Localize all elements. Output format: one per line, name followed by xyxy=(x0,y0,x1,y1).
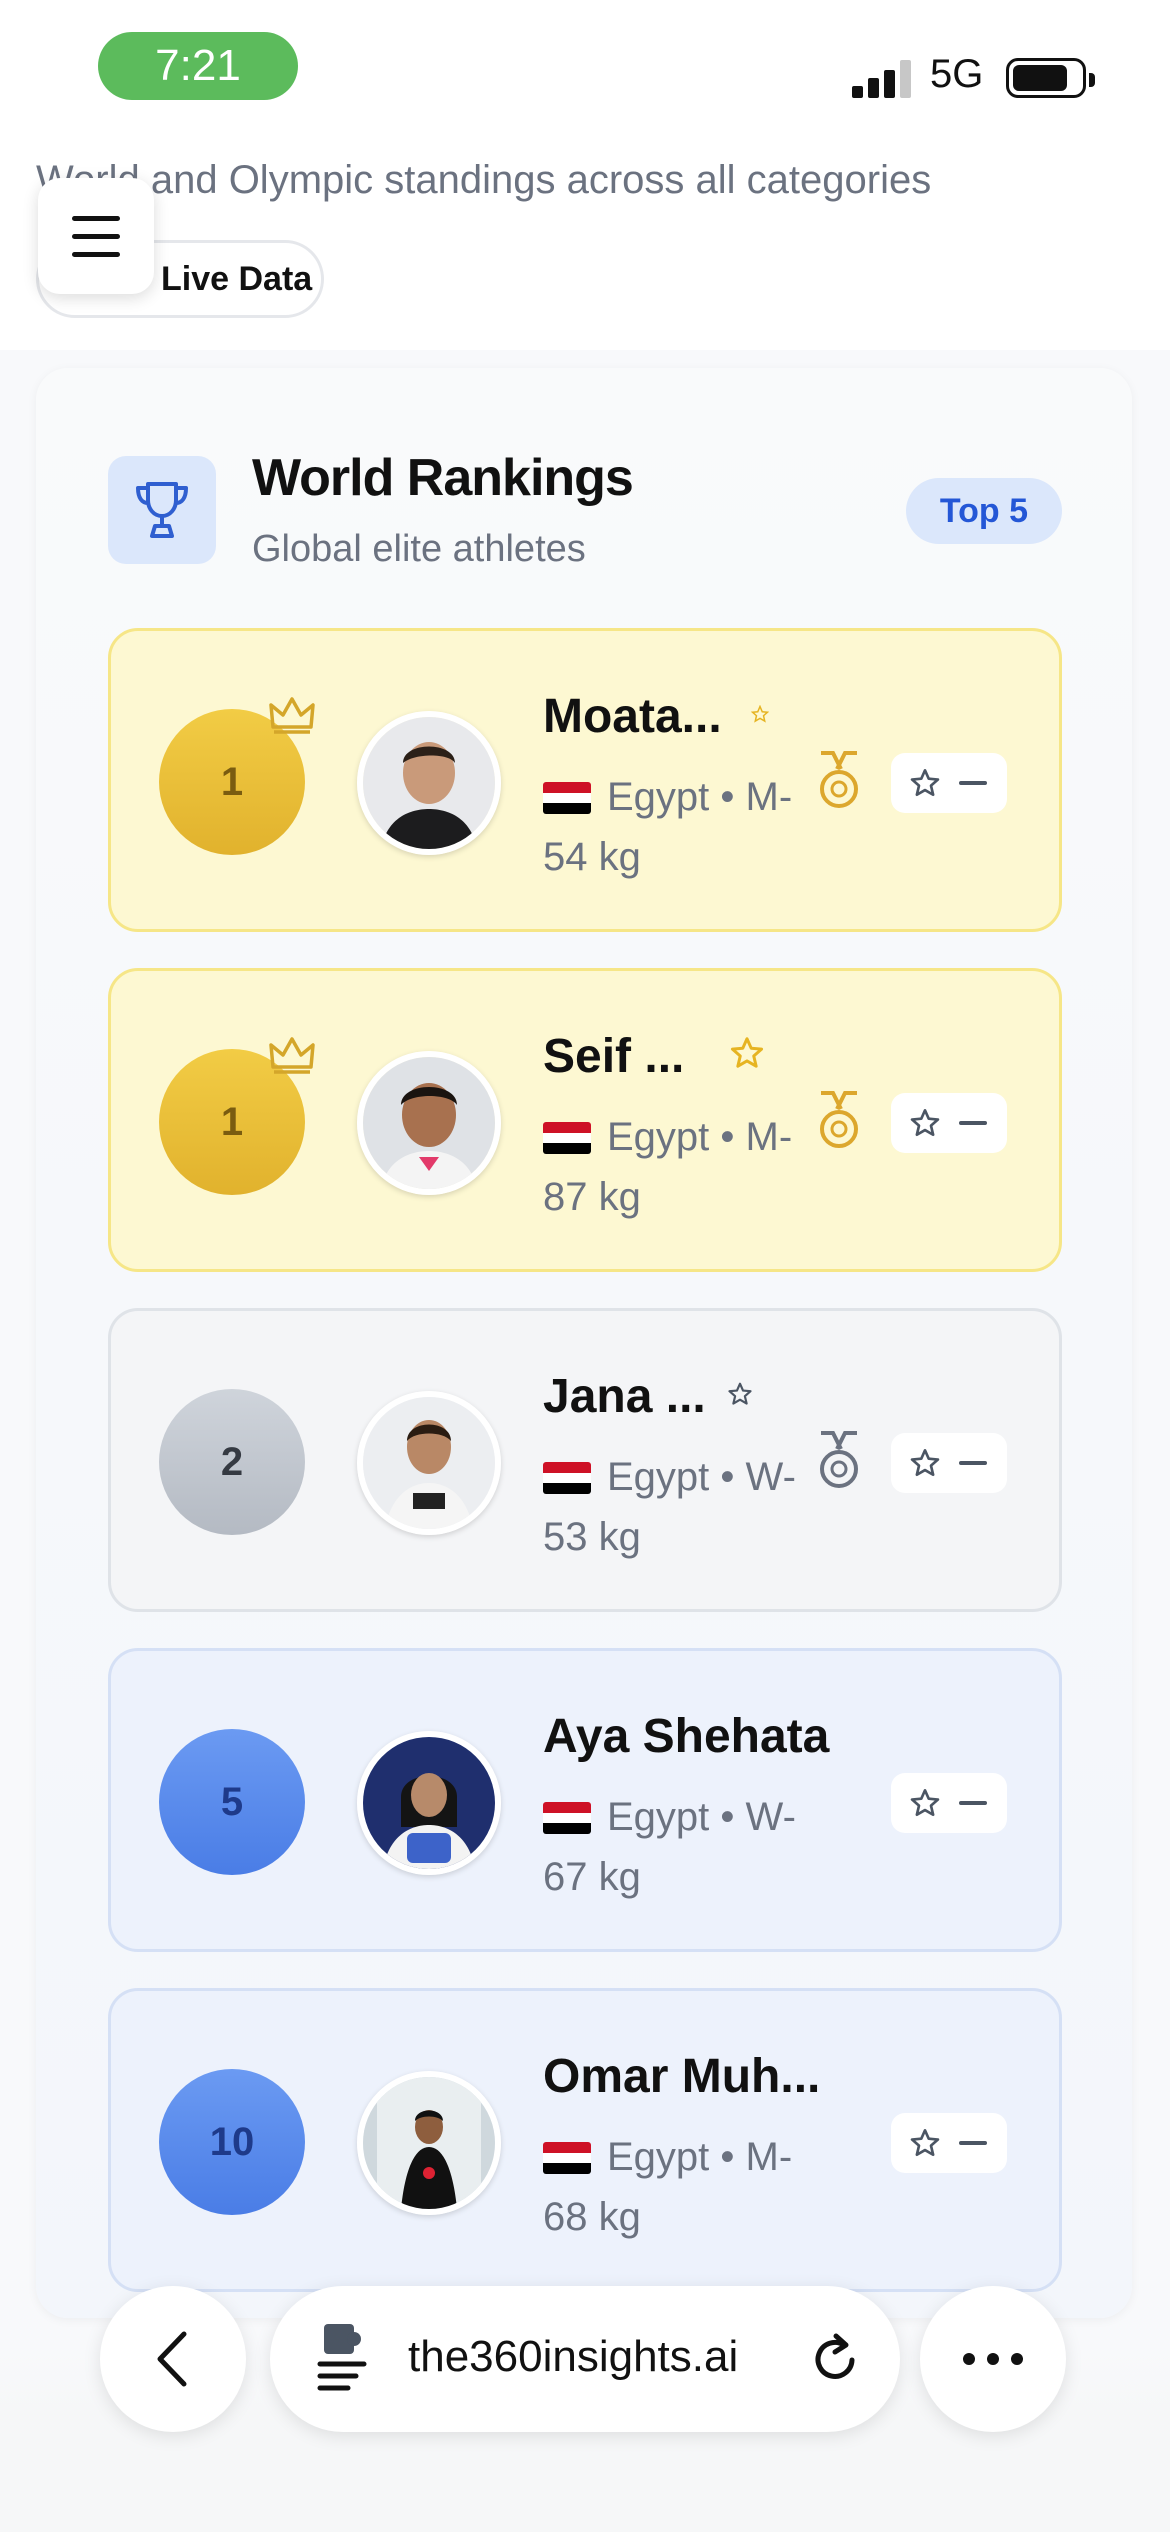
ranking-row[interactable]: 10 Omar Muh... Egypt • M-68 kg xyxy=(108,1988,1062,2292)
card-subtitle: Global elite athletes xyxy=(252,528,586,570)
ranking-row[interactable]: 5 Aya Shehata Egypt • W-67 kg xyxy=(108,1648,1062,1952)
chevron-left-icon xyxy=(157,2331,187,2387)
menu-button[interactable] xyxy=(38,178,154,294)
athlete-country: Egypt xyxy=(607,1455,710,1499)
star-outline-icon xyxy=(910,1789,940,1817)
athlete-avatar xyxy=(357,711,501,855)
star-outline-icon xyxy=(910,2129,940,2157)
ellipsis-icon xyxy=(963,2353,1023,2365)
egypt-flag-icon xyxy=(543,1462,591,1494)
silver-medal-icon xyxy=(820,1431,858,1488)
network-label: 5G xyxy=(930,52,984,96)
url-text: the360insights.ai xyxy=(408,2332,739,2381)
ranking-row[interactable]: 1 Seif ... Egypt • M-87 kg xyxy=(108,968,1062,1272)
athlete-country: Egypt xyxy=(607,1115,710,1159)
athlete-name: Seif ... xyxy=(543,1030,685,1083)
card-title: World Rankings xyxy=(252,449,634,507)
page-subtitle: World and Olympic standings across all c… xyxy=(36,158,932,202)
world-rankings-card: World Rankings Global elite athletes Top… xyxy=(36,368,1132,2318)
star-outline-icon xyxy=(910,1109,940,1137)
star-icon xyxy=(751,705,769,723)
egypt-flag-icon xyxy=(543,2142,591,2174)
crown-icon xyxy=(269,697,315,734)
athlete-avatar xyxy=(357,1731,501,1875)
athlete-country: Egypt xyxy=(607,775,710,819)
top-badge: Top 5 xyxy=(906,478,1062,544)
athlete-meta: Egypt • W-67 kg xyxy=(543,1795,796,1899)
athlete-meta: Egypt • W-53 kg xyxy=(543,1455,796,1559)
trophy-icon xyxy=(108,456,216,564)
favorite-button[interactable] xyxy=(891,1773,1007,1833)
favorite-button[interactable] xyxy=(891,1093,1007,1153)
egypt-flag-icon xyxy=(543,1802,591,1834)
star-icon xyxy=(730,1037,764,1068)
rank-badge: 5 xyxy=(159,1729,305,1875)
athlete-meta: Egypt • M-68 kg xyxy=(543,2135,793,2239)
favorite-button[interactable] xyxy=(891,753,1007,813)
page-header: World and Olympic standings across all c… xyxy=(0,120,1170,350)
athlete-name: Jana ... xyxy=(543,1370,706,1423)
rank-badge: 10 xyxy=(159,2069,305,2215)
athlete-name: Omar Muh... xyxy=(543,2050,821,2103)
egypt-flag-icon xyxy=(543,1122,591,1154)
address-bar[interactable]: the360insights.ai xyxy=(270,2286,900,2432)
ranking-row[interactable]: 2 Jana ... Egypt • W-53 kg xyxy=(108,1308,1062,1612)
rank-badge: 2 xyxy=(159,1389,305,1535)
athlete-name: Moata... xyxy=(543,690,722,743)
gold-medal-icon xyxy=(820,1091,858,1148)
back-button[interactable] xyxy=(100,2286,246,2432)
athlete-avatar xyxy=(357,2071,501,2215)
ranking-row[interactable]: 1 Moata... Egypt • M-54 kg xyxy=(108,628,1062,932)
athlete-country: Egypt xyxy=(607,2135,710,2179)
star-outline-icon xyxy=(910,1449,940,1477)
athlete-name: Aya Shehata xyxy=(543,1710,830,1763)
signal-icon xyxy=(852,58,914,98)
favorite-button[interactable] xyxy=(891,1433,1007,1493)
athlete-meta: Egypt • M-54 kg xyxy=(543,775,793,879)
egypt-flag-icon xyxy=(543,782,591,814)
athlete-avatar xyxy=(357,1391,501,1535)
athlete-meta: Egypt • M-87 kg xyxy=(543,1115,793,1219)
athlete-avatar xyxy=(357,1051,501,1195)
battery-icon xyxy=(1006,58,1095,98)
star-icon xyxy=(728,1382,752,1405)
status-bar: 7:21 5G xyxy=(0,0,1170,120)
reader-extension-icon[interactable] xyxy=(316,2322,372,2394)
favorite-button[interactable] xyxy=(891,2113,1007,2173)
gold-medal-icon xyxy=(820,751,858,808)
reload-icon[interactable] xyxy=(810,2330,862,2386)
more-button[interactable] xyxy=(920,2286,1066,2432)
crown-icon xyxy=(269,1037,315,1074)
athlete-country: Egypt xyxy=(607,1795,710,1839)
status-time: 7:21 xyxy=(98,32,298,100)
star-outline-icon xyxy=(910,769,940,797)
